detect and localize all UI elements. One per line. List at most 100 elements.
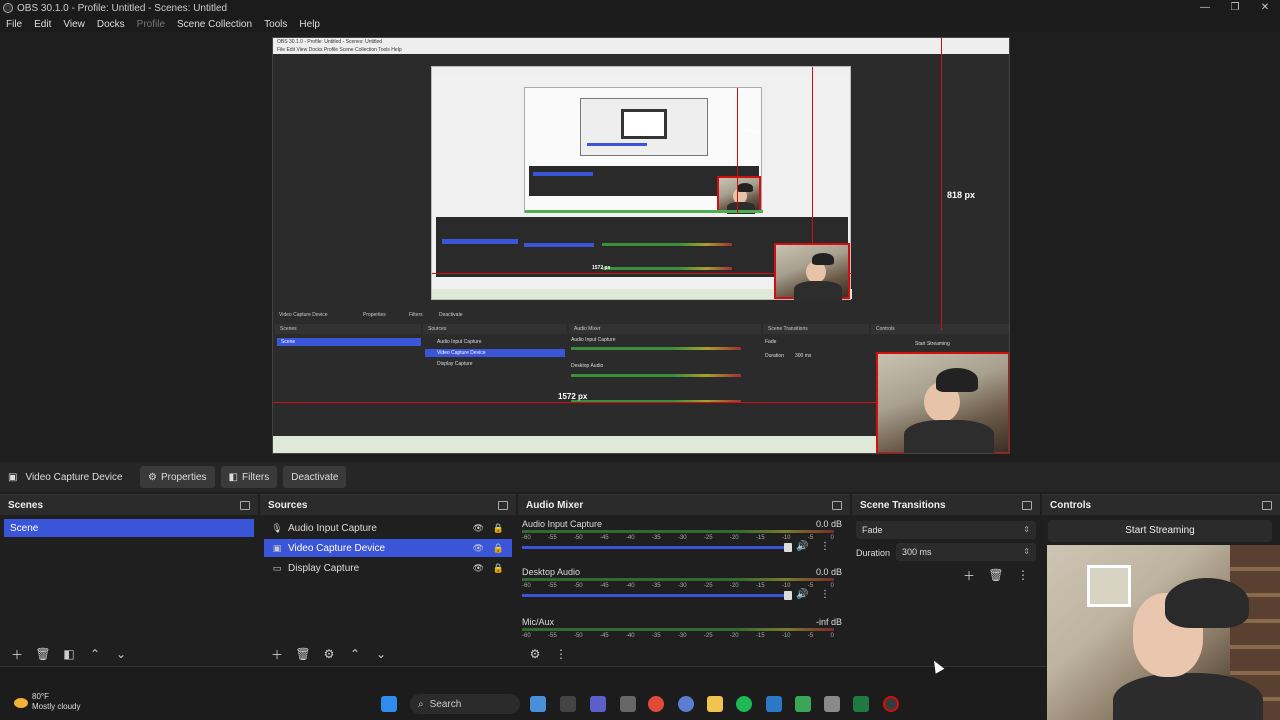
- preview-mini-mixer-h: Audio Mixer: [569, 324, 761, 334]
- menu-help[interactable]: Help: [293, 19, 326, 30]
- chrome-icon[interactable]: [648, 696, 664, 712]
- volume-slider-handle[interactable]: [784, 543, 792, 552]
- preview-canvas[interactable]: OBS 30.1.0 - Profile: Untitled - Scenes:…: [272, 37, 1010, 454]
- excel-icon[interactable]: [853, 696, 869, 712]
- channel-db: 0.0 dB: [815, 567, 842, 577]
- lock-icon[interactable]: 🔒: [493, 543, 504, 554]
- sources-title: Sources: [268, 499, 308, 511]
- preview-mini-scene-row: Scene: [277, 338, 421, 346]
- advanced-audio-gear-icon[interactable]: ⚙: [524, 644, 546, 664]
- source-toolbar-label: Video Capture Device: [25, 471, 123, 483]
- move-scene-down-button[interactable]: ⌄: [110, 644, 132, 664]
- visibility-eye-icon[interactable]: 👁: [473, 563, 484, 574]
- scene-filters-button[interactable]: ◧: [58, 644, 80, 664]
- remove-source-button[interactable]: 🗑: [292, 644, 314, 664]
- add-scene-button[interactable]: ＋: [6, 644, 28, 664]
- menu-docks[interactable]: Docks: [91, 19, 131, 30]
- undock-icon[interactable]: [1262, 500, 1272, 510]
- source-properties-button[interactable]: ⚙: [318, 644, 340, 664]
- minimize-button[interactable]: —: [1190, 0, 1220, 16]
- app-icon-r[interactable]: [678, 696, 694, 712]
- close-button[interactable]: ✕: [1250, 0, 1280, 16]
- undock-icon[interactable]: [240, 500, 250, 510]
- selected-webcam-source[interactable]: [876, 352, 1009, 453]
- volume-slider-handle[interactable]: [784, 591, 792, 600]
- sources-list: 🎙 Audio Input Capture 👁 🔒 ▣ Video Captur…: [260, 515, 516, 647]
- remove-transition-button[interactable]: 🗑: [985, 565, 1007, 585]
- meter-scale: -60 -55 -50 -45 -40 -35 -30 -25 -20 -15 -10 -5 0: [522, 633, 834, 639]
- menu-scene-collection[interactable]: Scene Collection: [171, 19, 258, 30]
- nested2-inner-capture: 818 px: [524, 87, 763, 214]
- search-label: Search: [429, 698, 462, 710]
- filter-icon: ◧: [228, 471, 238, 483]
- source-item-video-capture[interactable]: ▣ Video Capture Device 👁 🔒: [264, 539, 512, 557]
- preview-mini-source-3: Display Capture: [437, 361, 473, 367]
- remove-scene-button[interactable]: 🗑: [32, 644, 54, 664]
- duration-spinbox[interactable]: 300 ms ⇕: [896, 543, 1036, 561]
- undock-icon[interactable]: [1022, 500, 1032, 510]
- menu-profile[interactable]: Profile: [131, 19, 171, 30]
- preview-mini-source-1: Audio Input Capture: [437, 339, 482, 345]
- visibility-eye-icon[interactable]: 👁: [473, 543, 484, 554]
- app-icon-1[interactable]: [530, 696, 546, 712]
- app-icon-5[interactable]: [824, 696, 840, 712]
- volume-meter: [522, 578, 834, 581]
- source-label: Display Capture: [288, 562, 360, 574]
- undock-icon[interactable]: [498, 500, 508, 510]
- menu-view[interactable]: View: [57, 19, 91, 30]
- teams-icon[interactable]: [590, 696, 606, 712]
- move-source-up-button[interactable]: ⌃: [344, 644, 366, 664]
- undock-icon[interactable]: [832, 500, 842, 510]
- move-scene-up-button[interactable]: ⌃: [84, 644, 106, 664]
- add-source-button[interactable]: ＋: [266, 644, 288, 664]
- menu-file[interactable]: File: [0, 19, 28, 30]
- monitor-icon: ▭: [272, 562, 282, 573]
- speaker-icon[interactable]: 🔊: [796, 541, 808, 552]
- app-icon-2[interactable]: [620, 696, 636, 712]
- speaker-icon[interactable]: 🔊: [796, 589, 808, 600]
- source-item-display-capture[interactable]: ▭ Display Capture 👁 🔒: [264, 559, 512, 577]
- transitions-dock-header: Scene Transitions: [852, 495, 1040, 515]
- microphone-icon: 🎙: [271, 522, 283, 533]
- channel-menu-icon[interactable]: ⋮: [820, 589, 830, 600]
- volume-slider[interactable]: [522, 594, 790, 597]
- add-transition-button[interactable]: ＋: [958, 565, 980, 585]
- lock-icon[interactable]: 🔒: [493, 523, 504, 534]
- spotify-icon[interactable]: [736, 696, 752, 712]
- preview-mini-transition: Fade: [765, 339, 777, 345]
- obs-taskbar-icon[interactable]: [883, 696, 899, 712]
- properties-button[interactable]: ⚙ Properties: [140, 466, 215, 488]
- windows-start-icon[interactable]: [381, 696, 397, 712]
- start-streaming-button[interactable]: Start Streaming: [1048, 520, 1272, 542]
- preview-mini-properties: Properties: [363, 312, 386, 318]
- file-explorer-icon[interactable]: [707, 696, 723, 712]
- menu-edit[interactable]: Edit: [28, 19, 57, 30]
- transition-menu-icon[interactable]: ⋮: [1012, 565, 1034, 585]
- menu-tools[interactable]: Tools: [258, 19, 293, 30]
- source-item-audio-input[interactable]: 🎙 Audio Input Capture 👁 🔒: [264, 519, 512, 537]
- deactivate-button[interactable]: Deactivate: [283, 466, 347, 488]
- channel-menu-icon[interactable]: ⋮: [820, 541, 830, 552]
- duration-value: 300 ms: [902, 547, 932, 557]
- weather-widget[interactable]: 80°F Mostly cloudy: [14, 692, 80, 712]
- webcam-overlay: [1047, 545, 1280, 720]
- volume-slider[interactable]: [522, 546, 790, 549]
- mixer-menu-icon[interactable]: ⋮: [550, 644, 572, 664]
- lock-icon[interactable]: 🔒: [493, 563, 504, 574]
- taskbar-search[interactable]: ⌕ Search: [410, 694, 520, 714]
- search-icon: ⌕: [418, 698, 424, 710]
- app-icon-3[interactable]: [766, 696, 782, 712]
- scene-item[interactable]: Scene: [4, 519, 254, 537]
- audio-mixer-dock: Audio Mixer Audio Input Capture 0.0 dB -…: [518, 494, 850, 666]
- maximize-button[interactable]: ❐: [1220, 0, 1250, 16]
- transition-select[interactable]: Fade ⇕: [856, 521, 1036, 539]
- visibility-eye-icon[interactable]: 👁: [473, 523, 484, 534]
- nested-meter-2: [602, 267, 732, 270]
- preview-mini-filters: Filters: [409, 312, 423, 318]
- spin-arrows-icon: ⇕: [1023, 547, 1030, 556]
- task-view-icon[interactable]: [560, 696, 576, 712]
- mixer-footer: ⚙ ⋮: [518, 642, 850, 666]
- move-source-down-button[interactable]: ⌄: [370, 644, 392, 664]
- app-icon-4[interactable]: [795, 696, 811, 712]
- filters-button[interactable]: ◧ Filters: [220, 466, 278, 488]
